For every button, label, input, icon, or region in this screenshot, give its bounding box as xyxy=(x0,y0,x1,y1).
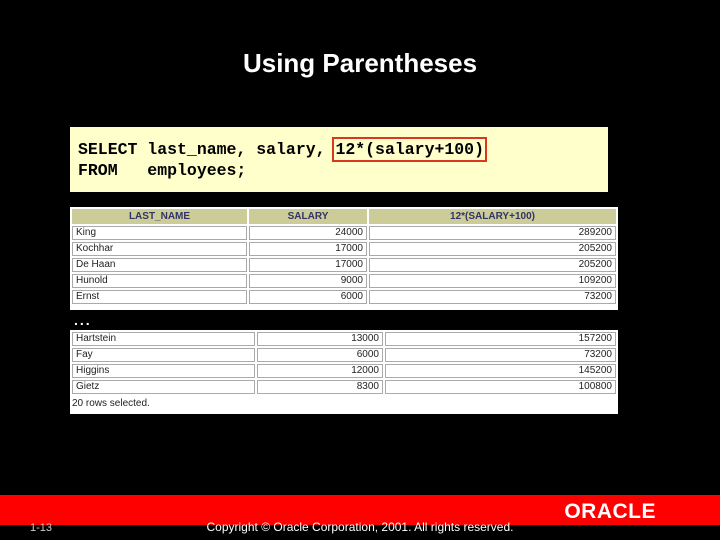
highlighted-expression: 12*(salary+100) xyxy=(332,137,487,162)
results-table-bottom: Hartstein 13000 157200 Fay 6000 73200 Higgin… xyxy=(70,330,618,414)
cell-expression: 157200 xyxy=(385,332,616,346)
copyright-notice: Copyright © Oracle Corporation, 2001. Al… xyxy=(206,520,514,534)
cell-expression: 205200 xyxy=(369,258,616,272)
cell-salary: 24000 xyxy=(249,226,367,240)
table-row: Higgins 12000 145200 xyxy=(72,364,616,378)
cell-salary: 6000 xyxy=(257,348,383,362)
table-row: Gietz 8300 100800 xyxy=(72,380,616,394)
table-row: Kochhar 17000 205200 xyxy=(72,242,616,256)
slide-title: Using Parentheses xyxy=(242,48,478,78)
code-line2: FROM employees; xyxy=(78,161,247,180)
table-row: Ernst 6000 73200 xyxy=(72,290,616,304)
cell-last-name: Ernst xyxy=(72,290,247,304)
cell-last-name: Hunold xyxy=(72,274,247,288)
table-row: Hartstein 13000 157200 xyxy=(72,332,616,346)
cell-expression: 73200 xyxy=(385,348,616,362)
column-header-expression: 12*(SALARY+100) xyxy=(369,209,616,224)
cell-last-name: Fay xyxy=(72,348,255,362)
cell-last-name: Hartstein xyxy=(72,332,255,346)
cell-salary: 12000 xyxy=(257,364,383,378)
cell-last-name: King xyxy=(72,226,247,240)
sql-code-block: SELECT last_name, salary, 12*(salary+100… xyxy=(70,127,608,192)
cell-expression: 145200 xyxy=(385,364,616,378)
header-row: LAST_NAME SALARY 12*(SALARY+100) xyxy=(72,209,616,224)
ellipsis-indicator: ... xyxy=(74,312,92,328)
cell-salary: 8300 xyxy=(257,380,383,394)
table-row: Hunold 9000 109200 xyxy=(72,274,616,288)
table-row: De Haan 17000 205200 xyxy=(72,258,616,272)
rows-selected-status: 20 rows selected. xyxy=(72,398,150,409)
cell-salary: 17000 xyxy=(249,258,367,272)
table-row: Fay 6000 73200 xyxy=(72,348,616,362)
cell-last-name: Higgins xyxy=(72,364,255,378)
code-line1-prefix: SELECT last_name, salary, xyxy=(78,140,336,159)
cell-salary: 9000 xyxy=(249,274,367,288)
cell-last-name: De Haan xyxy=(72,258,247,272)
cell-last-name: Kochhar xyxy=(72,242,247,256)
results-table-top: LAST_NAME SALARY 12*(SALARY+100) King 240… xyxy=(70,207,618,310)
cell-expression: 100800 xyxy=(385,380,616,394)
cell-last-name: Gietz xyxy=(72,380,255,394)
column-header-salary: SALARY xyxy=(249,209,367,224)
cell-expression: 289200 xyxy=(369,226,616,240)
cell-expression: 73200 xyxy=(369,290,616,304)
cell-expression: 109200 xyxy=(369,274,616,288)
cell-salary: 6000 xyxy=(249,290,367,304)
cell-salary: 17000 xyxy=(249,242,367,256)
table-row: King 24000 289200 xyxy=(72,226,616,240)
column-header-last-name: LAST_NAME xyxy=(72,209,247,224)
cell-salary: 13000 xyxy=(257,332,383,346)
cell-expression: 205200 xyxy=(369,242,616,256)
